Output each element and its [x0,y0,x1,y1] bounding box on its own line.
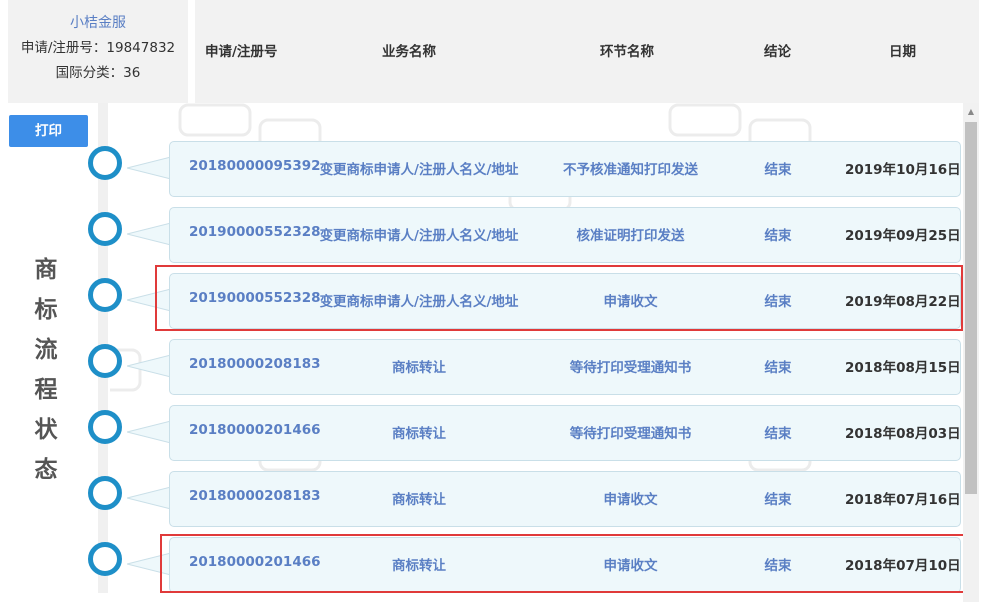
timeline-node-icon [88,212,122,246]
timeline-row: 20180000201466 商标转让 等待打印受理通知书 结束 2018年08… [85,405,961,461]
reg-no-link[interactable]: 20180000095392 [189,158,321,174]
highlight-box [160,534,973,593]
side-title-char: 标 [34,297,58,323]
business-name: 商标转让 [392,426,446,442]
side-title-char: 商 [34,257,58,283]
bubble-pointer [127,355,171,377]
header-step: 环节名称 [600,44,654,60]
registration-number: 申请/注册号：19847832 [20,40,176,56]
print-button[interactable]: 打印 [9,115,88,147]
date: 2019年10月16日 [845,162,961,178]
side-title-char: 流 [34,337,58,363]
scroll-up-icon[interactable]: ▲ [963,104,979,120]
step-name: 等待打印受理通知书 [569,360,692,376]
side-title-char: 程 [34,377,58,403]
side-title: 商 标 流 程 状 态 [30,250,62,490]
brand-name: 小桔金服 [70,15,126,31]
timeline-node-icon [88,146,122,180]
timeline-node-icon [88,542,122,576]
timeline-row: 20180000095392 变更商标申请人/注册人名义/地址 不予核准通知打印… [85,141,961,197]
step-name: 等待打印受理通知书 [569,426,692,442]
timeline-row: 20180000208183 商标转让 申请收文 结束 2018年07月16日 [85,471,961,527]
business-name: 商标转让 [392,360,446,376]
bubble-pointer [127,487,171,509]
date: 2018年08月03日 [845,426,961,442]
highlight-box [155,265,963,331]
reg-no-link[interactable]: 20180000208183 [189,356,321,372]
date: 2018年07月16日 [845,492,961,508]
header-result: 结论 [764,44,791,60]
result: 结束 [764,360,792,376]
step-name: 核准证明打印发送 [576,228,685,244]
result: 结束 [764,162,792,178]
bubble-pointer [127,421,171,443]
international-class: 国际分类：36 [55,65,141,81]
business-name: 商标转让 [392,492,446,508]
bubble-pointer [127,157,171,179]
result: 结束 [764,228,792,244]
side-title-char: 状 [34,417,58,443]
timeline-node-icon [88,410,122,444]
timeline-node-icon [88,278,122,312]
timeline-node-icon [88,344,122,378]
reg-no-link[interactable]: 20180000201466 [189,422,321,438]
timeline-node-icon [88,476,122,510]
timeline-row: 20190000552328 变更商标申请人/注册人名义/地址 核准证明打印发送… [85,207,961,263]
business-name: 变更商标申请人/注册人名义/地址 [319,162,519,178]
header-business: 业务名称 [382,44,436,60]
result: 结束 [764,492,792,508]
result: 结束 [764,426,792,442]
reg-no-link[interactable]: 20190000552328 [189,224,321,240]
step-name: 不予核准通知打印发送 [563,162,698,178]
header-reg-no: 申请/注册号 [205,44,278,60]
header-date: 日期 [889,44,916,60]
step-name: 申请收文 [603,492,658,508]
date: 2018年08月15日 [845,360,961,376]
bubble-pointer [127,223,171,245]
table-header: 申请/注册号 业务名称 环节名称 结论 日期 [195,0,979,103]
reg-no-link[interactable]: 20180000208183 [189,488,321,504]
date: 2019年09月25日 [845,228,961,244]
business-name: 变更商标申请人/注册人名义/地址 [319,228,519,244]
trademark-info-panel: 小桔金服 申请/注册号：19847832 国际分类：36 [8,0,188,103]
side-title-char: 态 [34,457,58,483]
timeline-row: 20180000208183 商标转让 等待打印受理通知书 结束 2018年08… [85,339,961,395]
scrollbar-thumb[interactable] [965,122,977,494]
